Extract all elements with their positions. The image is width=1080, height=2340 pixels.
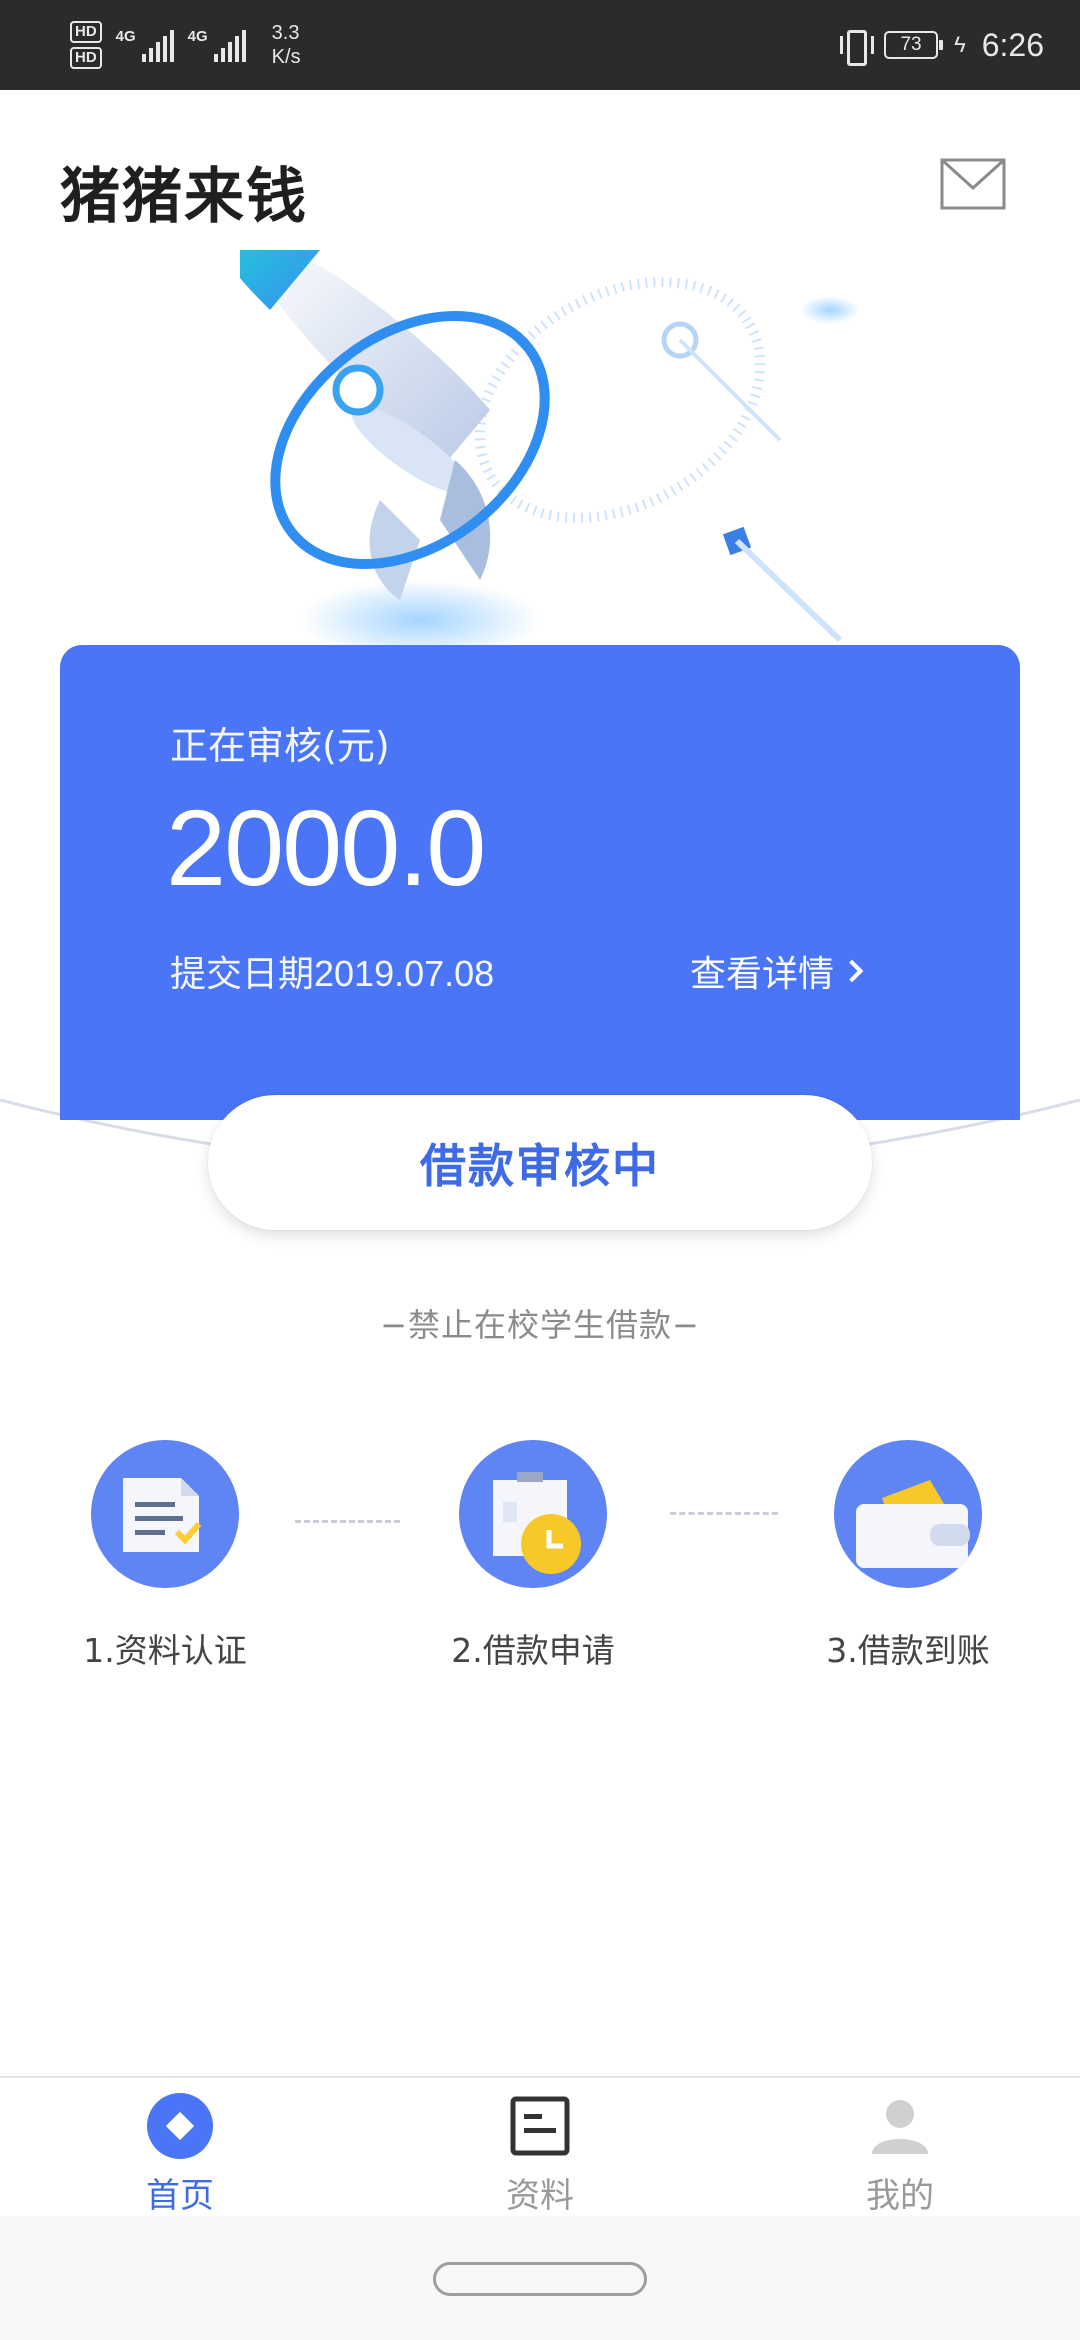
loan-review-status-button[interactable]: 借款审核中: [208, 1095, 872, 1230]
app-title: 猪猪来钱: [60, 162, 308, 232]
nav-home-label: 首页: [146, 2176, 214, 2216]
clock: 6:26: [981, 26, 1044, 63]
step-connector-2: [670, 1512, 778, 1515]
mail-icon[interactable]: [940, 158, 1006, 210]
network-speed: 3.3 K/s: [272, 21, 301, 69]
signal-sim2-icon: 4G: [188, 28, 246, 62]
step-connector-1: [295, 1520, 400, 1523]
student-loan-notice: −禁止在校学生借款−: [380, 1306, 700, 1344]
wallet-icon: [834, 1440, 982, 1588]
person-icon: [866, 2092, 934, 2160]
rocket-illustration: [240, 250, 860, 660]
gesture-area: [0, 2216, 1080, 2340]
submit-date: 提交日期2019.07.08: [170, 945, 494, 997]
step-document-verification: 1.资料认证: [25, 1440, 305, 1672]
step-loan-received: 3.借款到账: [768, 1440, 1048, 1672]
nav-profile-data-label: 资料: [506, 2176, 574, 2216]
review-amount-label: 正在审核(元): [170, 724, 390, 768]
hd-badge-1: HD: [70, 21, 102, 43]
status-left: HD HD 4G 4G 3.3 K/s: [70, 16, 301, 74]
clipboard-clock-icon: [459, 1440, 607, 1588]
nav-item-home[interactable]: 首页: [80, 2092, 280, 2217]
view-details-link[interactable]: 查看详情: [690, 945, 864, 997]
sim2-network-label: 4G: [187, 28, 208, 45]
submit-date-label: 提交日期: [170, 954, 315, 995]
step-2-label: 2.借款申请: [451, 1631, 615, 1670]
view-details-label: 查看详情: [690, 954, 835, 995]
loan-status-card: 正在审核(元) 2000.0 提交日期2019.07.08 查看详情: [60, 645, 1020, 1120]
status-bar: HD HD 4G 4G 3.3 K/s 73 ϟ 6:26: [0, 0, 1080, 90]
step-3-label: 3.借款到账: [826, 1631, 990, 1670]
sim1-network-label: 4G: [115, 28, 136, 45]
submit-date-value: 2019.07.08: [314, 953, 495, 994]
hd-badge-2: HD: [70, 47, 102, 69]
hd-badges: HD HD: [70, 21, 102, 69]
charging-icon: ϟ: [954, 32, 966, 57]
nav-mine-label: 我的: [866, 2176, 934, 2216]
signal-sim1-icon: 4G: [116, 28, 174, 62]
chevron-right-icon: [840, 959, 864, 983]
document-icon: [506, 2092, 574, 2160]
review-amount: 2000.0: [166, 787, 486, 908]
nav-item-mine[interactable]: 我的: [800, 2092, 1000, 2217]
battery-icon: 73: [884, 31, 944, 59]
bottom-nav: 首页 资料 我的: [0, 2076, 1080, 2216]
vibrate-icon: [840, 28, 875, 66]
step-loan-application: 2.借款申请: [393, 1440, 673, 1672]
home-diamond-icon: [146, 2092, 214, 2160]
home-gesture-bar[interactable]: [433, 2262, 647, 2296]
document-check-icon: [91, 1440, 239, 1588]
step-1-label: 1.资料认证: [83, 1631, 247, 1670]
nav-item-profile-data[interactable]: 资料: [440, 2092, 640, 2217]
network-speed-value: 3.3: [271, 22, 300, 44]
network-speed-unit: K/s: [271, 46, 301, 68]
status-right: 73 ϟ 6:26: [840, 18, 1044, 72]
